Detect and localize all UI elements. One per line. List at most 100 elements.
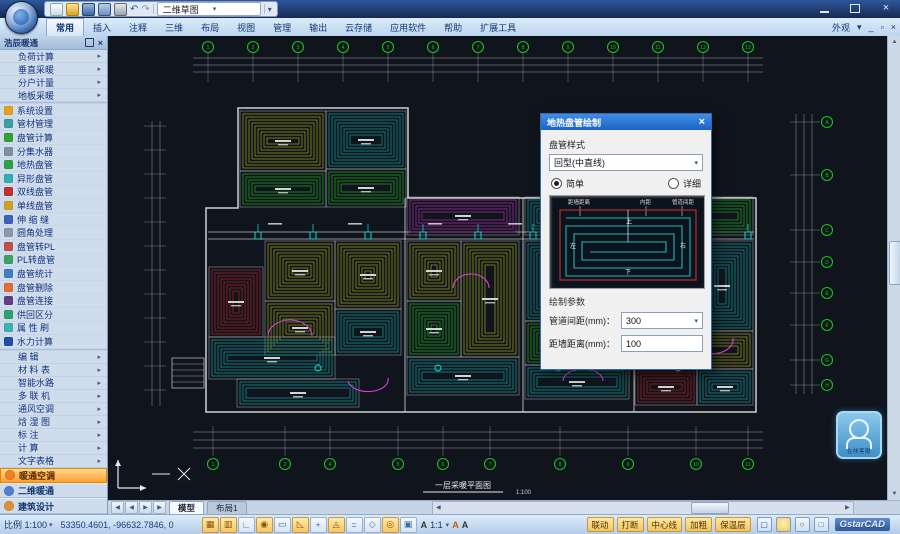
scroll-right-icon[interactable]: ▶: [842, 503, 853, 513]
grid-icon[interactable]: ▦: [202, 517, 219, 533]
scroll-left-icon[interactable]: ◀: [433, 503, 444, 513]
scroll-up-icon[interactable]: ▲: [888, 36, 900, 48]
clean-screen-icon[interactable]: □: [814, 517, 829, 532]
ribbon-tab-4[interactable]: 三维: [156, 18, 192, 36]
ribbon-close-icon[interactable]: ×: [891, 22, 896, 32]
sidebar-tool-18[interactable]: 水力计算: [0, 335, 107, 349]
ribbon-tab-6[interactable]: 视图: [228, 18, 264, 36]
sidebar-item-3[interactable]: 分户计量▸: [0, 76, 107, 89]
workspace-switch-icon[interactable]: ▢: [757, 517, 772, 532]
sidebar-tool-11[interactable]: 盘管转PL: [0, 240, 107, 254]
workspace-3[interactable]: 建筑设计: [0, 498, 107, 513]
ribbon-tab-3[interactable]: 注释: [120, 18, 156, 36]
sidebar-tool-1[interactable]: 系统设置: [0, 104, 107, 118]
tab-layout1[interactable]: 布局1: [207, 501, 247, 514]
annotation-scale[interactable]: 1:1: [430, 520, 443, 530]
print-icon[interactable]: [114, 3, 127, 16]
dialog-close-icon[interactable]: ×: [699, 117, 705, 128]
polar-icon[interactable]: ◉: [256, 517, 273, 533]
sidebar-menu-3[interactable]: 智能水路▸: [0, 377, 107, 390]
dialog-title-bar[interactable]: 地热盘管绘制 ×: [541, 114, 711, 130]
ribbon-tab-12[interactable]: 扩展工具: [471, 18, 525, 36]
pipe-spacing-select[interactable]: 300 ▾: [621, 312, 703, 329]
scale-dropdown[interactable]: 比例 1:100 ▾: [4, 518, 53, 531]
toggle-3[interactable]: 中心线: [647, 517, 683, 532]
workspace-1[interactable]: 暖通空调: [0, 468, 107, 483]
snap-icon[interactable]: ▥: [220, 517, 237, 533]
rect-icon[interactable]: ▭: [274, 517, 291, 533]
radio-simple[interactable]: 简单: [551, 177, 584, 190]
ribbon-tab-1[interactable]: 常用: [46, 18, 84, 36]
zoom-icon[interactable]: ◎: [382, 517, 399, 533]
sidebar-item-4[interactable]: 地板采暖▸: [0, 89, 107, 102]
online-support-badge[interactable]: 在线客服: [836, 411, 882, 459]
sidebar-tool-16[interactable]: 供回区分: [0, 308, 107, 322]
sidebar-menu-5[interactable]: 通风空调▸: [0, 403, 107, 416]
coil-style-select[interactable]: 回型(中直线) ▾: [549, 154, 703, 171]
crosshair-icon[interactable]: +: [310, 517, 327, 533]
sidebar-menu-8[interactable]: 计 算▸: [0, 442, 107, 455]
appearance-menu[interactable]: 外观: [832, 21, 850, 34]
otrack-icon[interactable]: =: [346, 517, 363, 533]
sidebar-tool-6[interactable]: 异形盘管: [0, 172, 107, 186]
toggle-2[interactable]: 打断: [617, 517, 644, 532]
sidebar-tool-8[interactable]: 单线盘管: [0, 199, 107, 213]
sidebar-tool-14[interactable]: 盘管删除: [0, 281, 107, 295]
ribbon-tab-9[interactable]: 云存储: [336, 18, 381, 36]
sidebar-menu-6[interactable]: 焓 湿 图▸: [0, 416, 107, 429]
maximize-button[interactable]: [848, 3, 864, 14]
window-icon[interactable]: ▣: [400, 517, 417, 533]
pin-icon[interactable]: [85, 38, 94, 47]
open-file-icon[interactable]: [66, 3, 79, 16]
redo-icon[interactable]: ↷: [141, 4, 149, 15]
tab-last-icon[interactable]: ▶: [153, 501, 166, 514]
sidebar-menu-7[interactable]: 标 注▸: [0, 429, 107, 442]
sidebar-menu-1[interactable]: 编 辑▸: [0, 351, 107, 364]
ribbon-tab-11[interactable]: 帮助: [435, 18, 471, 36]
ribbon-tab-5[interactable]: 布局: [192, 18, 228, 36]
workspace-combobox[interactable]: 二维草图 ▾: [157, 2, 261, 16]
angle-icon[interactable]: ◺: [292, 517, 309, 533]
sidebar-tool-9[interactable]: 伸 缩 缝: [0, 213, 107, 227]
gstarcad-logo[interactable]: [5, 1, 38, 34]
sidebar-menu-4[interactable]: 多 联 机▸: [0, 390, 107, 403]
tab-model[interactable]: 模型: [169, 501, 204, 514]
sidebar-item-2[interactable]: 垂直采暖▸: [0, 63, 107, 76]
sync-icon[interactable]: ○: [795, 517, 810, 532]
toggle-4[interactable]: 加粗: [685, 517, 712, 532]
undo-icon[interactable]: ↶: [130, 4, 138, 15]
vertical-scrollbar[interactable]: ▲ ▼: [887, 36, 900, 500]
dyn-icon[interactable]: ◇: [364, 517, 381, 533]
sidebar-tool-2[interactable]: 管材管理: [0, 118, 107, 132]
radio-detailed[interactable]: 详细: [668, 177, 701, 190]
workspace-2[interactable]: 二维暖通: [0, 483, 107, 498]
new-file-icon[interactable]: [50, 3, 63, 16]
drawing-canvas[interactable]: 12345678910111213124567891011ABCDEFGH一层采…: [108, 36, 887, 500]
sidebar-menu-9[interactable]: 文字表格▸: [0, 455, 107, 468]
osnap-icon[interactable]: ◬: [328, 517, 345, 533]
horizontal-scroll-thumb[interactable]: [691, 502, 729, 514]
wall-distance-input[interactable]: 100: [621, 335, 703, 352]
sidebar-item-1[interactable]: 负荷计算▸: [0, 50, 107, 63]
sidebar-tool-7[interactable]: 双线盘管: [0, 186, 107, 200]
save-icon[interactable]: [82, 3, 95, 16]
toggle-1[interactable]: 联动: [587, 517, 614, 532]
sidebar-tool-15[interactable]: 盘管连接: [0, 294, 107, 308]
sidebar-tool-10[interactable]: 圆角处理: [0, 226, 107, 240]
annotation-visibility-icon[interactable]: A: [452, 520, 459, 530]
sidebar-tool-12[interactable]: PL转盘管: [0, 254, 107, 268]
lightbulb-icon[interactable]: [776, 517, 791, 532]
tab-prev-icon[interactable]: ◀: [125, 501, 138, 514]
horizontal-scrollbar[interactable]: ◀ ▶: [432, 501, 854, 515]
ribbon-tab-2[interactable]: 插入: [84, 18, 120, 36]
minimize-button[interactable]: [818, 3, 834, 14]
ortho-icon[interactable]: ∟: [238, 517, 255, 533]
sidebar-tool-13[interactable]: 盘管统计: [0, 267, 107, 281]
vertical-scroll-thumb[interactable]: [889, 241, 900, 285]
toggle-5[interactable]: 保温层: [715, 517, 751, 532]
ribbon-restore-icon[interactable]: ▫: [881, 22, 884, 32]
ribbon-minimize-icon[interactable]: _: [869, 22, 874, 32]
annotation-auto-icon[interactable]: A: [462, 520, 469, 530]
save-as-icon[interactable]: [98, 3, 111, 16]
close-icon[interactable]: ×: [98, 38, 103, 48]
